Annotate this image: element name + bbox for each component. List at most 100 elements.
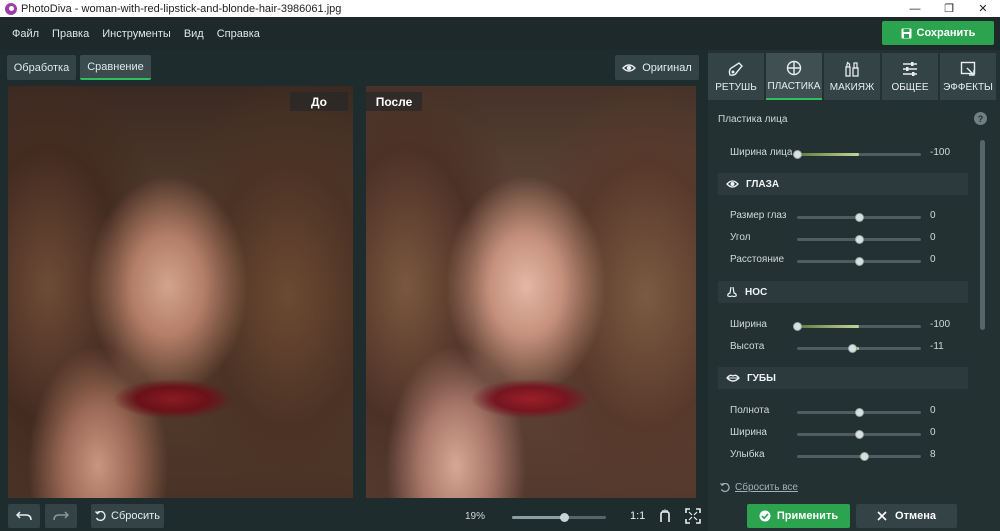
apply-button[interactable]: Применить	[747, 504, 850, 528]
slider-value: 0	[930, 210, 936, 221]
restore-button[interactable]: ❐	[932, 0, 966, 17]
slider-eye-distance[interactable]: Расстояние 0	[730, 253, 970, 269]
before-photo[interactable]: До	[8, 86, 353, 498]
tab-retouch[interactable]: РЕТУШЬ	[708, 53, 764, 100]
slider-track[interactable]	[797, 235, 921, 244]
menu-view[interactable]: Вид	[184, 28, 204, 40]
slider-value: 8	[930, 449, 936, 460]
slider-label: Расстояние	[730, 254, 785, 265]
slider-fill	[797, 325, 859, 328]
group-lips[interactable]: ГУБЫ	[718, 367, 968, 389]
sliders-icon	[903, 61, 917, 76]
tab-effects-label: ЭФФЕКТЫ	[943, 81, 993, 93]
retouch-brush-icon	[728, 61, 743, 76]
slider-knob[interactable]	[855, 408, 864, 417]
tab-general-label: ОБЩЕЕ	[891, 81, 929, 93]
group-nose[interactable]: НОС	[718, 281, 968, 303]
slider-nose-width[interactable]: Ширина -100	[730, 318, 970, 334]
slider-track[interactable]	[793, 322, 921, 331]
slider-track[interactable]	[797, 452, 921, 461]
reset-button[interactable]: Сбросить	[91, 504, 164, 528]
close-button[interactable]: ✕	[966, 0, 1000, 17]
sliders-scroll-area: Ширина лица -100 ГЛАЗА Размер глаз 0 Уго…	[708, 134, 988, 524]
slider-label: Полнота	[730, 405, 770, 416]
slider-knob[interactable]	[855, 430, 864, 439]
apply-label: Применить	[776, 510, 839, 522]
section-title: Пластика лица	[718, 114, 788, 125]
slider-knob[interactable]	[855, 235, 864, 244]
panel-scrollbar[interactable]	[980, 140, 985, 330]
tab-effects[interactable]: ЭФФЕКТЫ	[940, 53, 996, 100]
slider-eye-angle[interactable]: Угол 0	[730, 231, 970, 247]
slider-knob[interactable]	[848, 344, 857, 353]
slider-value: 0	[930, 254, 936, 265]
actual-size-button[interactable]: 1:1	[630, 510, 645, 522]
zoom-slider-knob[interactable]	[560, 513, 569, 522]
slider-label: Высота	[730, 341, 765, 352]
undo-icon	[16, 511, 32, 521]
slider-knob[interactable]	[855, 213, 864, 222]
reset-all-label: Сбросить все	[735, 482, 798, 493]
save-button[interactable]: Сохранить	[882, 21, 994, 45]
reset-arrow-icon	[720, 482, 730, 492]
slider-eye-size[interactable]: Размер глаз 0	[730, 209, 970, 225]
menu-bar: Файл Правка Инструменты Вид Справка	[0, 17, 1000, 50]
slider-lips-smile[interactable]: Улыбка 8	[730, 448, 970, 464]
after-photo[interactable]: После	[366, 86, 696, 498]
slider-knob[interactable]	[855, 257, 864, 266]
eye-icon	[622, 63, 637, 72]
slider-track[interactable]	[797, 344, 921, 353]
zoom-slider-fill	[512, 516, 564, 519]
slider-label: Ширина	[730, 427, 767, 438]
save-label: Сохранить	[916, 27, 976, 39]
slider-track[interactable]	[797, 408, 921, 417]
app-logo-icon	[5, 2, 17, 15]
help-icon[interactable]: ?	[974, 112, 987, 125]
tab-processing[interactable]: Обработка	[7, 55, 76, 80]
slider-knob[interactable]	[793, 150, 802, 159]
slider-lips-width[interactable]: Ширина 0	[730, 426, 970, 442]
original-button[interactable]: Оригинал	[615, 55, 699, 80]
slider-knob[interactable]	[860, 452, 869, 461]
zoom-percent: 19%	[465, 511, 486, 522]
slider-nose-height[interactable]: Высота -11	[730, 340, 970, 356]
menu-help[interactable]: Справка	[217, 28, 260, 40]
menu-tools[interactable]: Инструменты	[102, 28, 171, 40]
slider-face-width[interactable]: Ширина лица -100	[730, 146, 970, 162]
hand-pan-icon[interactable]	[657, 508, 673, 524]
minimize-button[interactable]: —	[898, 0, 932, 17]
redo-button[interactable]	[45, 504, 77, 528]
tab-general[interactable]: ОБЩЕЕ	[882, 53, 938, 100]
tab-plastic[interactable]: ПЛАСТИКА	[766, 53, 822, 100]
undo-button[interactable]	[8, 504, 40, 528]
reset-label: Сбросить	[111, 510, 160, 522]
group-eyes-title: ГЛАЗА	[746, 178, 780, 190]
menu-edit[interactable]: Правка	[52, 28, 89, 40]
slider-knob[interactable]	[793, 322, 802, 331]
group-nose-title: НОС	[745, 286, 768, 298]
group-eyes[interactable]: ГЛАЗА	[718, 173, 968, 195]
title-bar: PhotoDiva - woman-with-red-lipstick-and-…	[0, 0, 1000, 17]
tab-makeup[interactable]: МАКИЯЖ	[824, 53, 880, 100]
reset-all-link[interactable]: Сбросить все	[720, 482, 798, 493]
tab-plastic-label: ПЛАСТИКА	[767, 80, 821, 92]
slider-track[interactable]	[797, 213, 921, 222]
tab-retouch-label: РЕТУШЬ	[715, 81, 757, 93]
slider-label: Размер глаз	[730, 210, 787, 221]
menu-file[interactable]: Файл	[12, 28, 39, 40]
slider-track[interactable]	[797, 257, 921, 266]
plastic-panel: РЕТУШЬ ПЛАСТИКА МАКИЯЖ ОБЩЕЕ ЭФФЕКТЫ Пла…	[708, 50, 1000, 531]
close-icon	[877, 511, 887, 521]
group-lips-title: ГУБЫ	[747, 372, 776, 384]
reset-arrow-icon	[95, 510, 106, 521]
slider-track[interactable]	[797, 430, 921, 439]
tab-comparison[interactable]: Сравнение	[80, 55, 151, 80]
fullscreen-icon[interactable]	[685, 508, 701, 524]
slider-lips-fullness[interactable]: Полнота 0	[730, 404, 970, 420]
slider-label: Ширина	[730, 319, 767, 330]
slider-label: Улыбка	[730, 449, 765, 460]
zoom-slider[interactable]	[512, 513, 606, 522]
cancel-button[interactable]: Отмена	[856, 504, 957, 528]
view-toolbar: Обработка Сравнение Оригинал	[0, 50, 707, 85]
slider-track[interactable]	[793, 150, 921, 159]
